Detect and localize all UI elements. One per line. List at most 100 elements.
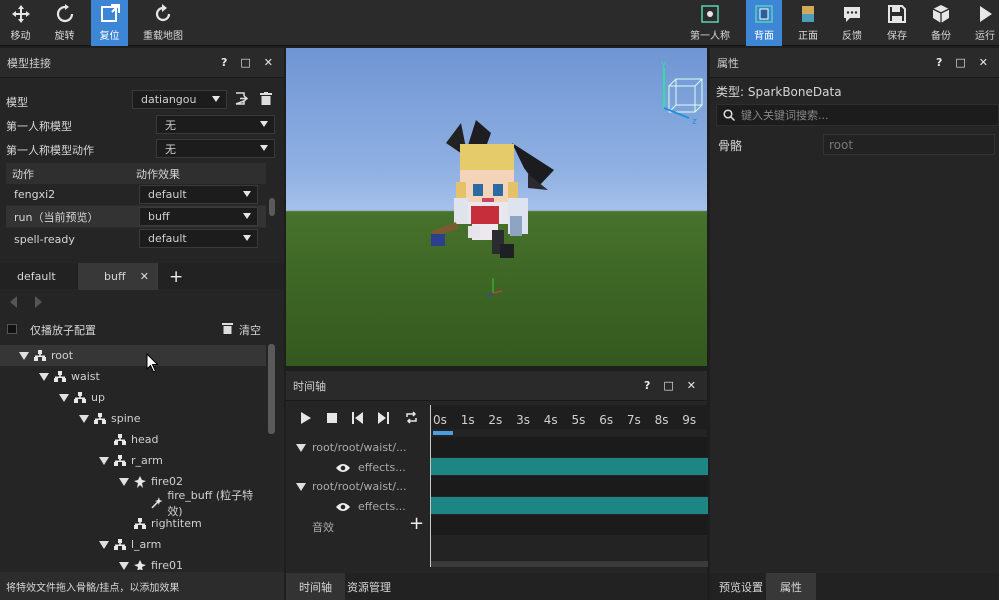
first-person-model-select[interactable]: 无 [156,115,275,134]
backup-button[interactable]: 备份 [923,0,959,46]
tree-node[interactable]: spine [0,408,266,429]
tree-scrollbar[interactable] [268,344,275,434]
tab-properties[interactable]: 属性 [766,573,816,600]
first-person-button[interactable]: 第一人称 [686,0,734,46]
expand-triangle-icon[interactable] [119,561,129,570]
tree-node[interactable]: fire01 [0,555,266,570]
bone-value-field[interactable]: root [823,134,995,155]
move-button[interactable]: 移动 [0,0,41,46]
clear-button[interactable]: 清空 [239,322,261,338]
maximize-button[interactable]: □ [955,56,965,69]
tree-node[interactable]: up [0,387,266,408]
search-input[interactable]: 键入关键词搜索... [716,104,999,126]
stop-icon[interactable] [327,413,337,423]
effect-track-row[interactable]: effects... [336,500,406,513]
table-row-selected[interactable]: run（当前预览） buff [6,206,266,228]
maximize-button[interactable]: □ [663,379,673,392]
tree-node[interactable]: r_arm [0,450,266,471]
expand-triangle-icon[interactable] [119,477,129,486]
add-tab-button[interactable]: + [160,263,192,290]
back-view-button[interactable]: 背面 [746,0,782,46]
add-sound-button[interactable]: + [409,513,424,534]
help-button[interactable]: ? [221,56,227,69]
track-row[interactable]: root/root/waist/... [296,441,407,454]
particle-effect-icon [151,496,163,508]
sound-label: 音效 [312,521,334,534]
run-button[interactable]: 运行 [967,0,999,46]
effect-select[interactable]: default [139,229,258,248]
close-button[interactable]: ✕ [979,56,988,69]
tree-node[interactable]: l_arm [0,534,266,555]
tree-node-label: r_arm [131,454,163,467]
loop-icon[interactable] [405,411,418,424]
effect-track-row[interactable]: effects... [336,461,406,474]
only-child-checkbox[interactable] [7,324,17,334]
expand-triangle-icon[interactable] [39,372,49,381]
tab-default[interactable]: default [8,263,65,290]
help-button[interactable]: ? [644,379,650,392]
tree-node[interactable]: root [0,345,266,366]
first-person-icon [701,5,719,23]
rotate-button[interactable]: 旋转 [44,0,85,46]
effect-tabs: default buff ✕ + [0,263,284,290]
orientation-gizmo[interactable]: y z [661,59,703,127]
tab-asset-manager[interactable]: 资源管理 [338,573,400,600]
expand-triangle-icon[interactable] [59,393,69,402]
action-name: spell-ready [14,232,75,246]
track-row[interactable]: root/root/waist/... [296,480,407,493]
effect-clip[interactable] [431,497,708,514]
maximize-button[interactable]: □ [240,56,250,69]
trash-icon[interactable] [222,322,233,334]
expand-triangle-icon[interactable] [296,482,306,491]
delete-icon[interactable] [260,92,272,105]
reload-map-button[interactable]: 重载地图 [139,0,187,46]
front-view-button[interactable]: 正面 [790,0,826,46]
tree-node[interactable]: rightitem [0,513,266,534]
timeline-hscrollbar[interactable] [431,561,708,567]
table-row[interactable]: spell-ready default [6,228,266,250]
tab-buff[interactable]: buff ✕ [78,263,158,290]
expand-triangle-icon[interactable] [79,414,89,423]
expand-triangle-icon[interactable] [99,456,109,465]
help-button[interactable]: ? [936,56,942,69]
first-person-anim-select[interactable]: 无 [156,139,275,158]
expand-triangle-icon[interactable] [296,443,306,452]
close-button[interactable]: ✕ [264,56,273,69]
skip-end-icon[interactable] [378,412,389,424]
play-icon[interactable] [301,412,311,424]
effect-clip[interactable] [431,458,708,475]
close-icon[interactable]: ✕ [140,270,149,283]
nav-forward-icon[interactable] [34,296,42,308]
tree-node[interactable]: fire_buff (粒子特效) [0,489,266,518]
tab-timeline[interactable]: 时间轴 [286,573,345,600]
nav-back-icon[interactable] [10,296,18,308]
backup-icon [932,5,950,23]
eye-icon[interactable] [336,502,350,512]
export-icon[interactable] [235,92,248,105]
tab-preview-settings[interactable]: 预览设置 [710,573,772,600]
table-scrollbar[interactable] [269,198,275,216]
table-row[interactable]: fengxi2 default [6,184,266,206]
effect-select[interactable]: default [139,185,258,204]
viewport-3d[interactable]: y z [286,48,707,366]
expand-triangle-icon[interactable] [19,351,29,360]
run-icon [980,6,992,22]
close-button[interactable]: ✕ [687,379,696,392]
feedback-button[interactable]: 反馈 [834,0,870,46]
column-header-action: 动作 [12,167,34,181]
effect-select[interactable]: buff [139,207,258,226]
time-ruler[interactable]: 0s 1s 2s 3s 4s 5s 6s 7s 8s 9s [431,405,708,429]
expand-triangle-icon[interactable] [99,540,109,549]
model-select[interactable]: datiangou [132,90,227,109]
timeline-grid[interactable]: 0s 1s 2s 3s 4s 5s 6s 7s 8s 9s [430,405,708,567]
playhead-range[interactable] [433,431,453,435]
tree-node[interactable]: head [0,429,266,450]
tree-node[interactable]: waist [0,366,266,387]
time-tick-label: 5s [571,413,586,427]
model-label: 模型 [6,96,28,109]
mouse-cursor-icon [146,353,159,373]
reset-button[interactable]: 复位 [91,0,128,46]
save-button[interactable]: 保存 [879,0,915,46]
skip-start-icon[interactable] [352,412,363,424]
eye-icon[interactable] [336,463,350,473]
